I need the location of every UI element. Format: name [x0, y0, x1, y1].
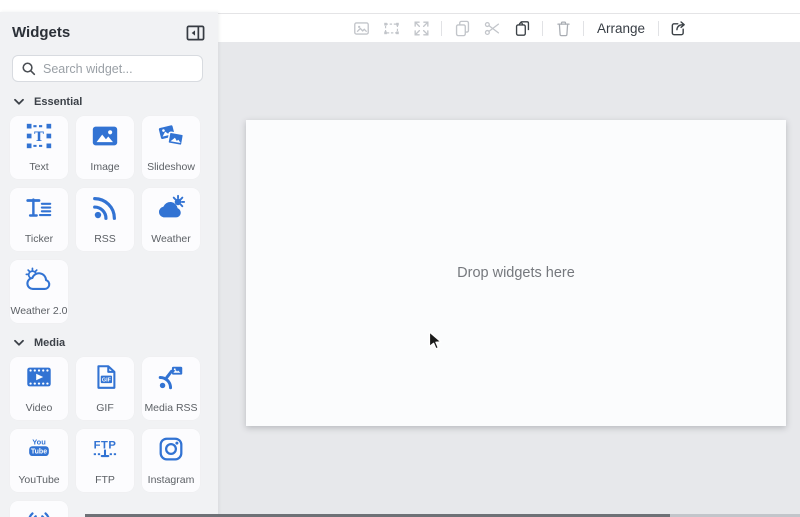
editor-toolbar: Arrange: [218, 13, 800, 42]
toolbar-divider: [658, 21, 659, 36]
widget-label: Weather: [151, 234, 191, 245]
mouse-cursor-icon: [428, 331, 442, 356]
widgets-sidebar: Widgets Essential: [0, 12, 218, 517]
widget-tile-image[interactable]: Image: [76, 116, 134, 179]
widget-label: Instagram: [148, 475, 195, 486]
broadcast-widget-icon: [24, 506, 54, 517]
ticker-widget-icon: [24, 193, 54, 228]
arrange-button[interactable]: Arrange: [597, 21, 645, 36]
layout-canvas[interactable]: Drop widgets here: [246, 120, 786, 426]
widget-tile-media-rss[interactable]: Media RSS: [142, 357, 200, 420]
weather-widget-icon: [156, 193, 186, 228]
essential-widgets-grid: T Text Image: [0, 116, 218, 323]
media-widgets-grid: Video GIF GIF: [0, 357, 218, 517]
youtube-widget-icon: You Tube: [24, 434, 54, 469]
svg-text:Tube: Tube: [31, 449, 47, 456]
fit-widget-icon: [351, 18, 371, 38]
video-widget-icon: [24, 362, 54, 397]
widget-tile-instagram[interactable]: Instagram: [142, 429, 200, 492]
widget-tile-gif[interactable]: GIF GIF: [76, 357, 134, 420]
widget-tile-weather2[interactable]: Weather 2.0: [10, 260, 68, 323]
section-label: Essential: [34, 96, 82, 108]
widget-label: GIF: [96, 403, 114, 414]
delete-icon: [553, 18, 573, 38]
paste-icon[interactable]: [512, 18, 532, 38]
widget-tile-text[interactable]: T Text: [10, 116, 68, 179]
toolbar-divider: [542, 21, 543, 36]
widget-tile-weather[interactable]: Weather: [142, 188, 200, 251]
search-input[interactable]: [43, 62, 194, 76]
drop-hint-text: Drop widgets here: [457, 265, 575, 281]
widget-label: Slideshow: [147, 162, 195, 173]
sidebar-title: Widgets: [12, 24, 70, 41]
image-widget-icon: [90, 121, 120, 156]
section-essential[interactable]: Essential: [14, 96, 218, 108]
widget-tile-ticker[interactable]: Ticker: [10, 188, 68, 251]
weather2-widget-icon: [24, 265, 54, 300]
ftp-widget-icon: FTP: [90, 434, 120, 469]
widget-label: Media RSS: [144, 403, 197, 414]
copy-icon: [452, 18, 472, 38]
svg-text:T: T: [34, 130, 44, 145]
text-widget-icon: T: [24, 121, 54, 156]
gif-widget-icon: GIF: [90, 362, 120, 397]
collapse-panel-icon[interactable]: [186, 24, 205, 42]
widget-tile-broadcast[interactable]: [10, 501, 68, 517]
widget-label: Video: [26, 403, 53, 414]
cut-icon: [482, 18, 502, 38]
widget-label: Weather 2.0: [10, 306, 67, 317]
sidebar-header: Widgets: [0, 12, 218, 42]
instagram-widget-icon: [156, 434, 186, 469]
widget-label: Image: [90, 162, 119, 173]
svg-text:You: You: [32, 437, 46, 446]
section-label: Media: [34, 337, 65, 349]
widget-label: Text: [29, 162, 48, 173]
search-box[interactable]: [12, 55, 203, 82]
svg-text:GIF: GIF: [102, 378, 112, 384]
widget-label: Ticker: [25, 234, 53, 245]
transform-icon: [381, 18, 401, 38]
rss-widget-icon: [90, 193, 120, 228]
widget-tile-slideshow[interactable]: Slideshow: [142, 116, 200, 179]
chevron-down-icon: [14, 339, 24, 347]
widget-label: RSS: [94, 234, 116, 245]
widget-tile-video[interactable]: Video: [10, 357, 68, 420]
share-icon[interactable]: [669, 18, 689, 38]
section-media[interactable]: Media: [14, 337, 218, 349]
chevron-down-icon: [14, 98, 24, 106]
widget-tile-youtube[interactable]: You Tube YouTube: [10, 429, 68, 492]
toolbar-divider: [441, 21, 442, 36]
slideshow-widget-icon: [156, 121, 186, 156]
widget-tile-ftp[interactable]: FTP FTP: [76, 429, 134, 492]
fullscreen-icon: [411, 18, 431, 38]
widget-tile-rss[interactable]: RSS: [76, 188, 134, 251]
toolbar-divider: [583, 21, 584, 36]
media-rss-widget-icon: [156, 362, 186, 397]
search-icon: [21, 61, 36, 76]
widget-label: FTP: [95, 475, 115, 486]
widget-label: YouTube: [18, 475, 59, 486]
